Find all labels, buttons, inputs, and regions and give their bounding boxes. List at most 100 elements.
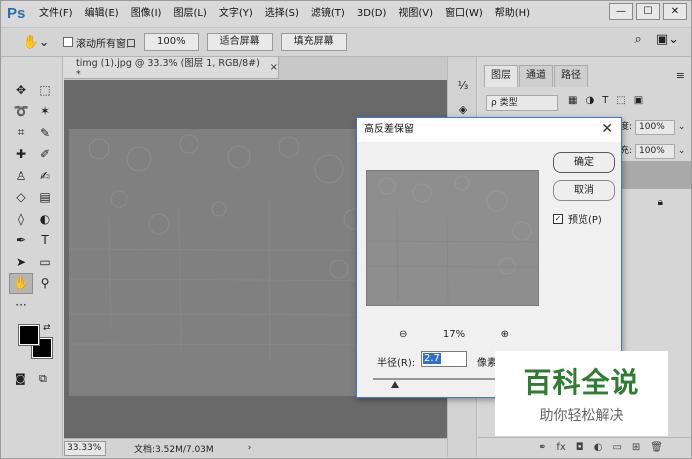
radius-slider-thumb[interactable]	[391, 381, 399, 388]
blur-tool-icon[interactable]: ◊	[9, 208, 33, 230]
gradient-tool-icon[interactable]: ▤	[33, 187, 57, 209]
checkmark-icon[interactable]: ✓	[553, 213, 563, 224]
add-mask-icon[interactable]: ◘	[576, 442, 584, 453]
properties-panel-icon[interactable]: ◈	[455, 101, 471, 117]
menu-3d[interactable]: 3D(D)	[351, 1, 393, 27]
radius-label: 半径(R):	[377, 358, 416, 369]
link-layers-icon[interactable]: ⚭	[538, 442, 546, 453]
brush-tool-icon[interactable]: ✐	[33, 144, 57, 166]
panel-menu-icon[interactable]: ≡	[676, 69, 685, 82]
zoom-out-icon[interactable]: ⊖	[399, 329, 407, 340]
layers-bottom-bar: ⚭ fx ◘ ◐ ▭ ⊞ 🗑︎	[478, 437, 691, 457]
options-bar: ✋⌄ 滚动所有窗口 100% 适合屏幕 填充屏幕 ⌕ ▣⌄	[1, 27, 691, 57]
menu-window[interactable]: 窗口(W)	[439, 1, 489, 27]
tab-channels[interactable]: 通道	[519, 65, 553, 87]
workspace-icon[interactable]: ▣⌄	[656, 32, 679, 47]
type-tool-icon[interactable]: T	[33, 230, 57, 252]
dialog-title: 高反差保留	[357, 118, 621, 142]
hand-tool-icon[interactable]: ✋	[9, 272, 33, 294]
fill-screen-button[interactable]: 填充屏幕	[280, 33, 347, 51]
close-button[interactable]: ✕	[663, 3, 687, 20]
tab-close-icon[interactable]: ×	[270, 62, 278, 73]
opacity-control: 度: 100% ⌄	[620, 119, 685, 135]
fit-screen-button[interactable]: 适合屏幕	[206, 33, 273, 51]
tool-grid: ✥ ⬚ ➰ ✶ ⌗ ✎ ✚ ✐ ♙ ✍ ◇ ▤ ◊ ◐ ✒ T ➤ ▭ ✋ ⚲ …	[9, 79, 57, 316]
preview-checkbox[interactable]: ✓ 预览(P)	[553, 211, 602, 226]
status-menu-arrow[interactable]: ›	[248, 443, 252, 453]
crop-tool-icon[interactable]: ⌗	[9, 122, 33, 144]
layer-filter-select[interactable]: ρ 类型	[486, 95, 558, 111]
panel-tabs: 图层 通道 路径	[484, 65, 589, 87]
delete-layer-icon[interactable]: 🗑︎	[650, 442, 663, 453]
menu-help[interactable]: 帮助(H)	[489, 1, 536, 27]
lasso-tool-icon[interactable]: ➰	[9, 101, 33, 123]
ok-button[interactable]: 确定	[553, 152, 615, 173]
empty-slot	[33, 294, 57, 316]
zoom-level-field[interactable]: 33.33%	[64, 440, 106, 456]
menu-file[interactable]: 文件(F)	[33, 1, 79, 27]
move-tool-icon[interactable]: ✥	[9, 79, 33, 101]
status-bar: 33.33% 文档:3.52M/7.03M ›	[64, 438, 447, 457]
foreground-color-swatch[interactable]	[18, 324, 40, 346]
quick-mask-icon[interactable]: ◙	[15, 372, 26, 385]
tab-paths[interactable]: 路径	[554, 65, 588, 87]
marquee-tool-icon[interactable]: ⬚	[33, 79, 57, 101]
radius-unit: 像素	[477, 358, 497, 369]
zoom-tool-icon[interactable]: ⚲	[33, 273, 57, 295]
pen-tool-icon[interactable]: ✒	[9, 230, 33, 252]
menu-edit[interactable]: 编辑(E)	[79, 1, 125, 27]
preview-zoom-percent: 17%	[442, 329, 466, 340]
adjustment-filter-icon[interactable]: ◑	[585, 95, 594, 106]
swap-colors-icon[interactable]: ⇄	[43, 323, 51, 333]
checkbox-box[interactable]	[63, 37, 73, 47]
menu-select[interactable]: 选择(S)	[259, 1, 305, 27]
menu-bar: Ps 文件(F) 编辑(E) 图像(I) 图层(L) 文字(Y) 选择(S) 滤…	[1, 1, 691, 27]
history-brush-tool-icon[interactable]: ✍	[33, 165, 57, 187]
lock-icon: 🔒︎	[657, 197, 663, 208]
menu-image[interactable]: 图像(I)	[125, 1, 168, 27]
radius-slider-track[interactable]	[373, 378, 513, 380]
stamp-tool-icon[interactable]: ♙	[9, 165, 33, 187]
minimize-button[interactable]: —	[609, 3, 633, 20]
adjustment-layer-icon[interactable]: ◐	[594, 442, 603, 453]
eraser-tool-icon[interactable]: ◇	[9, 187, 33, 209]
menu-filter[interactable]: 滤镜(T)	[305, 1, 351, 27]
fill-field[interactable]: 100%	[635, 144, 676, 159]
radius-value: 2.7	[423, 353, 441, 364]
magic-wand-tool-icon[interactable]: ✶	[33, 101, 57, 123]
document-tab[interactable]: timg (1).jpg @ 33.3% (图层 1, RGB/8#) * ×	[64, 57, 279, 80]
rectangle-tool-icon[interactable]: ▭	[33, 251, 57, 273]
menu-type[interactable]: 文字(Y)	[213, 1, 259, 27]
screen-mode-icon[interactable]: ⧉	[39, 372, 47, 386]
cancel-button[interactable]: 取消	[553, 180, 615, 201]
menu-layer[interactable]: 图层(L)	[167, 1, 212, 27]
smart-filter-icon[interactable]: ▣	[634, 95, 643, 106]
maximize-button[interactable]: ☐	[636, 3, 660, 20]
zoom-100-button[interactable]: 100%	[144, 33, 199, 51]
healing-brush-tool-icon[interactable]: ✚	[9, 144, 33, 166]
fx-icon[interactable]: fx	[556, 442, 565, 453]
history-panel-icon[interactable]: ⅓	[455, 77, 471, 93]
watermark-subtitle: 助你轻松解决	[539, 408, 624, 424]
dodge-tool-icon[interactable]: ◐	[33, 208, 57, 230]
zoom-in-icon[interactable]: ⊕	[501, 329, 509, 340]
opacity-field[interactable]: 100%	[635, 120, 676, 135]
dialog-close-icon[interactable]: ✕	[601, 121, 613, 137]
menu-view[interactable]: 视图(V)	[392, 1, 439, 27]
path-selection-tool-icon[interactable]: ➤	[9, 251, 33, 273]
radius-input[interactable]: 2.7	[421, 351, 467, 367]
document-tab-title: timg (1).jpg @ 33.3% (图层 1, RGB/8#) *	[76, 58, 260, 80]
type-filter-icon[interactable]: T	[602, 95, 608, 106]
more-tools-icon[interactable]: ···	[9, 294, 33, 316]
scroll-all-windows-checkbox[interactable]: 滚动所有窗口	[63, 35, 136, 50]
new-layer-icon[interactable]: ⊞	[632, 442, 640, 453]
shape-filter-icon[interactable]: ⬚	[616, 95, 625, 106]
search-icon[interactable]: ⌕	[635, 32, 642, 47]
hand-tool-preset-icon[interactable]: ✋⌄	[19, 31, 53, 53]
options-right: ⌕ ▣⌄	[621, 32, 679, 47]
pixel-filter-icon[interactable]: ▦	[568, 95, 577, 106]
eyedropper-tool-icon[interactable]: ✎	[33, 122, 57, 144]
filter-preview[interactable]	[366, 170, 539, 306]
tab-layers[interactable]: 图层	[484, 65, 518, 87]
group-icon[interactable]: ▭	[612, 442, 621, 453]
